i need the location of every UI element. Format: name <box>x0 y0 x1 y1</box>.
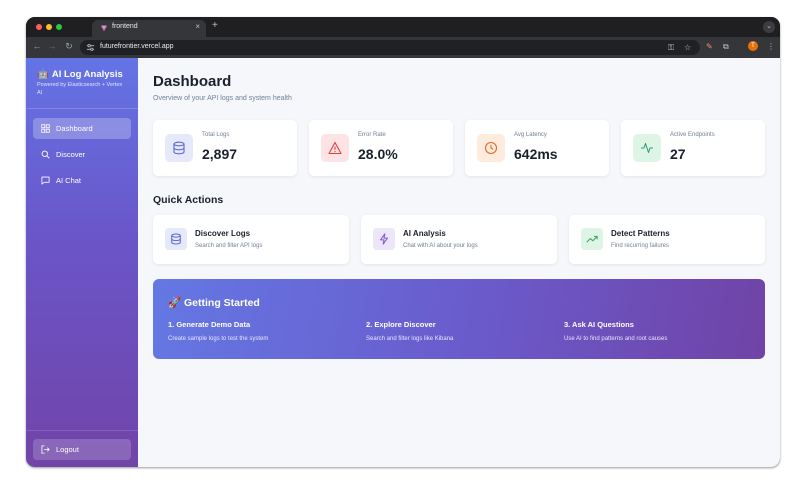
password-key-icon[interactable]: ⚿ <box>668 43 674 53</box>
page-subtitle: Overview of your API logs and system hea… <box>153 95 292 102</box>
brand-subtitle: Powered by Elasticsearch + Vertex AI <box>37 82 123 96</box>
robot-icon: 🤖 <box>37 69 49 80</box>
page-title: Dashboard <box>153 73 232 90</box>
warning-triangle-icon <box>328 141 342 155</box>
tab-title: frontend <box>112 23 138 30</box>
lightning-icon <box>380 233 388 245</box>
stat-value: 2,897 <box>202 146 238 162</box>
step-title: 2. Explore Discover <box>366 320 436 329</box>
main-content: Dashboard Overview of your API logs and … <box>138 58 780 467</box>
quick-action-desc: Chat with AI about your logs <box>403 243 478 249</box>
sidebar-item-ai-chat[interactable]: AI Chat <box>33 170 131 191</box>
stat-icon-box <box>165 134 193 162</box>
quick-action-icon-box <box>373 228 395 250</box>
minimize-window-button[interactable] <box>46 24 52 30</box>
search-icon <box>41 150 50 159</box>
stat-icon-box <box>633 134 661 162</box>
brand-title: 🤖 AI Log Analysis <box>37 69 123 80</box>
tab-search-button[interactable]: ⌄ <box>763 21 775 33</box>
bookmark-star-icon[interactable]: ☆ <box>684 43 691 52</box>
sidebar-item-label: AI Chat <box>56 176 82 185</box>
stat-card-error-rate: Error Rate 28.0% <box>309 120 453 176</box>
stat-icon-box <box>321 134 349 162</box>
quick-action-title: AI Analysis <box>403 229 446 238</box>
quick-action-icon-box <box>581 228 603 250</box>
database-icon <box>171 233 181 245</box>
tab-strip: frontend × + ⌄ <box>26 17 780 37</box>
activity-pulse-icon <box>641 142 653 154</box>
getting-started-card: 🚀 Getting Started 1. Generate Demo Data … <box>153 279 765 359</box>
quick-action-desc: Search and filter API logs <box>195 243 263 249</box>
quick-action-detect-patterns[interactable]: Detect Patterns Find recurring failures <box>569 215 765 264</box>
sidebar: 🤖 AI Log Analysis Powered by Elasticsearc… <box>26 58 138 467</box>
extension-pen-icon[interactable]: ✎ <box>706 42 713 51</box>
sidebar-item-label: Discover <box>56 150 86 159</box>
profile-avatar[interactable]: T <box>748 41 758 51</box>
logout-label: Logout <box>56 445 79 454</box>
tab-close-icon[interactable]: × <box>195 22 200 31</box>
quick-action-title: Discover Logs <box>195 229 251 238</box>
stat-value: 28.0% <box>358 146 398 162</box>
dashboard-grid-icon <box>41 124 50 133</box>
quick-action-title: Detect Patterns <box>611 229 670 238</box>
quick-action-discover-logs[interactable]: Discover Logs Search and filter API logs <box>153 215 349 264</box>
sidebar-divider <box>26 430 138 431</box>
quick-action-icon-box <box>165 228 187 250</box>
logout-icon <box>41 445 50 454</box>
logout-button[interactable]: Logout <box>33 439 131 460</box>
step-desc: Create sample logs to test the system <box>168 336 269 342</box>
tab-favicon-icon <box>100 25 108 32</box>
quick-actions-title: Quick Actions <box>153 194 224 206</box>
address-bar[interactable]: futurefrontier.vercel.app ⚿ ☆ <box>80 40 700 55</box>
stat-label: Total Logs <box>202 132 230 138</box>
step-title: 3. Ask AI Questions <box>564 320 634 329</box>
stat-card-avg-latency: Avg Latency 642ms <box>465 120 609 176</box>
clock-icon <box>484 141 498 155</box>
stat-label: Error Rate <box>358 132 386 138</box>
forward-arrow-icon[interactable]: → <box>46 41 58 51</box>
step-desc: Use AI to find patterns and root causes <box>564 336 668 342</box>
reload-icon[interactable]: ↻ <box>63 41 75 52</box>
close-window-button[interactable] <box>36 24 42 30</box>
sidebar-item-discover[interactable]: Discover <box>33 144 131 165</box>
step-title: 1. Generate Demo Data <box>168 320 251 329</box>
getting-started-title: 🚀 Getting Started <box>168 297 260 309</box>
sidebar-divider <box>26 108 138 109</box>
browser-tab[interactable]: frontend × <box>92 20 206 37</box>
stat-label: Avg Latency <box>514 132 547 138</box>
browser-menu-icon[interactable]: ⋮ <box>767 42 775 51</box>
database-icon <box>173 141 185 155</box>
chat-bubble-icon <box>41 176 50 185</box>
site-settings-icon[interactable] <box>86 43 95 52</box>
stat-icon-box <box>477 134 505 162</box>
quick-action-ai-analysis[interactable]: AI Analysis Chat with AI about your logs <box>361 215 557 264</box>
back-arrow-icon[interactable]: ← <box>31 41 43 51</box>
url-text: futurefrontier.vercel.app <box>100 43 174 50</box>
stat-label: Active Endpoints <box>670 132 715 138</box>
new-tab-button[interactable]: + <box>212 20 218 31</box>
maximize-window-button[interactable] <box>56 24 62 30</box>
quick-action-desc: Find recurring failures <box>611 243 670 249</box>
stat-value: 27 <box>670 146 686 162</box>
trend-up-icon <box>586 235 598 243</box>
extensions-puzzle-icon[interactable]: ⧉ <box>723 42 729 52</box>
app-root: 🤖 AI Log Analysis Powered by Elasticsearc… <box>26 58 780 467</box>
sidebar-item-label: Dashboard <box>56 124 93 133</box>
stat-value: 642ms <box>514 146 558 162</box>
browser-toolbar: ← → ↻ futurefrontier.vercel.app ⚿ ☆ <box>26 37 780 58</box>
brand-title-text: AI Log Analysis <box>51 69 123 80</box>
step-desc: Search and filter logs like Kibana <box>366 336 454 342</box>
stat-card-active-endpoints: Active Endpoints 27 <box>621 120 765 176</box>
stat-card-total-logs: Total Logs 2,897 <box>153 120 297 176</box>
browser-window: frontend × + ⌄ ← → ↻ futurefrontier.verc… <box>26 17 780 467</box>
sidebar-item-dashboard[interactable]: Dashboard <box>33 118 131 139</box>
